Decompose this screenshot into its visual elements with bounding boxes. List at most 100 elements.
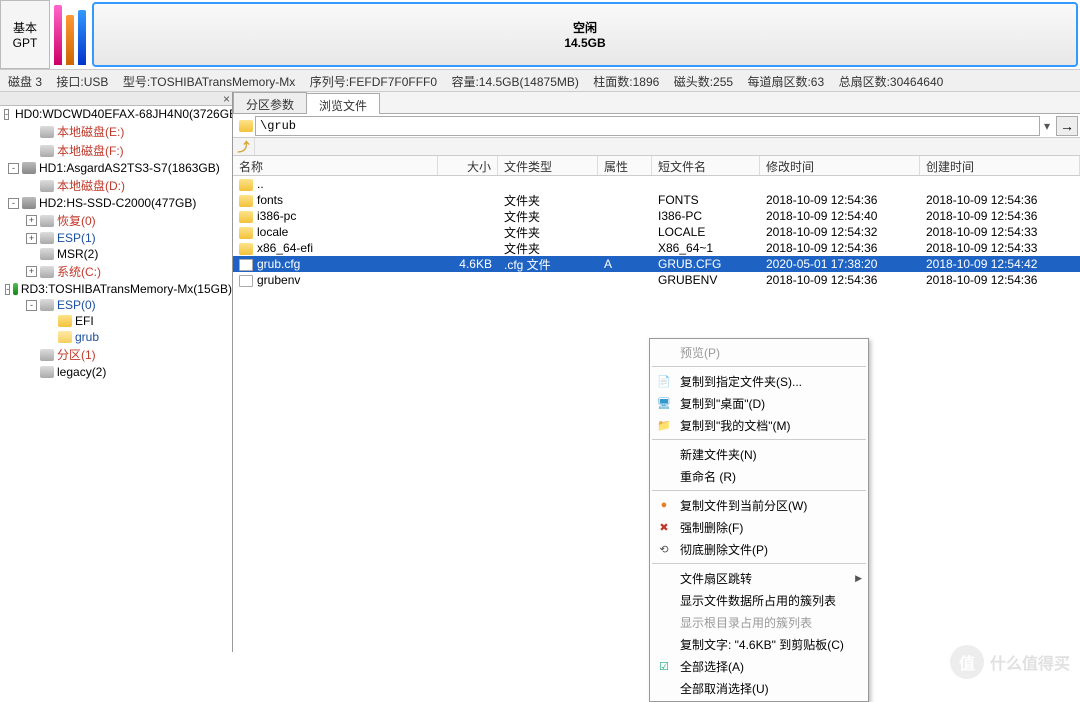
tree-node[interactable]: -HD0:WDCWD40EFAX-68JH4N0(3726GB) [0, 106, 232, 122]
partition-style-l2: GPT [13, 36, 38, 50]
bar-pink-icon [54, 5, 62, 65]
list-item[interactable]: locale文件夹LOCALE2018-10-09 12:54:322018-1… [233, 224, 1080, 240]
folder-up-icon [239, 179, 253, 191]
tree-node[interactable]: + 恢复(0) [0, 211, 232, 230]
disk-info-bar: 磁盘 3 接口:USB 型号:TOSHIBATransMemory-Mx 序列号… [0, 70, 1080, 92]
list-item[interactable]: grub.cfg4.6KB.cfg 文件AGRUB.CFG2020-05-01 … [233, 256, 1080, 272]
tree-label: 系统(C:) [57, 263, 101, 280]
tree-toggle-icon[interactable]: + [26, 215, 37, 226]
col-mod[interactable]: 修改时间 [760, 156, 920, 175]
tree-toggle-icon[interactable]: + [26, 233, 37, 244]
vol-icon [40, 180, 54, 192]
col-cre[interactable]: 创建时间 [920, 156, 1080, 175]
tree-label: ESP(0) [57, 298, 96, 312]
tree-node[interactable]: legacy(2) [0, 364, 232, 380]
tree-node[interactable]: 本地磁盘(E:) [0, 122, 232, 141]
watermark-text: 什么值得买 [990, 650, 1070, 674]
path-input[interactable] [255, 116, 1040, 136]
file-icon [239, 259, 253, 271]
file-icon [239, 275, 253, 287]
disk-tree-pane[interactable]: × -HD0:WDCWD40EFAX-68JH4N0(3726GB)本地磁盘(E… [0, 92, 233, 652]
list-item[interactable]: fonts文件夹FONTS2018-10-09 12:54:362018-10-… [233, 192, 1080, 208]
menu-item[interactable]: 文件扇区跳转▶ [650, 567, 868, 589]
col-name[interactable]: 名称 [233, 156, 438, 175]
menu-item[interactable]: 🖥复制到"桌面"(D) [650, 392, 868, 414]
tree-node[interactable]: - HD1:AsgardAS2TS3-S7(1863GB) [0, 160, 232, 176]
menu-item[interactable]: ☑全部选择(A) [650, 655, 868, 677]
partition-map[interactable]: 空闲 14.5GB [90, 0, 1080, 69]
tree-toggle-icon[interactable]: - [4, 109, 9, 120]
tree-node[interactable]: + 系统(C:) [0, 262, 232, 281]
tree-node[interactable]: 本地磁盘(F:) [0, 141, 232, 160]
menu-item[interactable]: 新建文件夹(N) [650, 443, 868, 465]
menu-label: 新建文件夹(N) [680, 446, 757, 463]
tree-node[interactable]: +ESP(1) [0, 230, 232, 246]
tree-toggle-icon[interactable]: - [5, 284, 10, 295]
fld-icon [58, 315, 72, 327]
tree-label: grub [75, 330, 99, 344]
tree-label: MSR(2) [57, 247, 98, 261]
watermark-icon: 值 [950, 645, 984, 679]
vol-icon [40, 232, 54, 244]
menu-item[interactable]: ✖强制删除(F) [650, 516, 868, 538]
tree-node[interactable]: grub [0, 329, 232, 345]
path-dropdown-icon[interactable]: ▾ [1040, 119, 1054, 133]
tree-toggle-icon[interactable]: - [26, 300, 37, 311]
menu-item[interactable]: 重命名 (R) [650, 465, 868, 487]
col-attr[interactable]: 属性 [598, 156, 652, 175]
tree-toggle-icon[interactable]: - [8, 198, 19, 209]
tree-label: HD1:AsgardAS2TS3-S7(1863GB) [39, 161, 220, 175]
menu-icon: ✖ [656, 519, 672, 535]
column-headers[interactable]: 名称 大小 文件类型 属性 短文件名 修改时间 创建时间 [233, 156, 1080, 176]
tree-node[interactable]: 本地磁盘(D:) [0, 176, 232, 195]
menu-item[interactable]: 复制文字: "4.6KB" 到剪贴板(C) [650, 633, 868, 655]
tree-node[interactable]: -HD2:HS-SSD-C2000(477GB) [0, 195, 232, 211]
list-item-up[interactable]: .. [233, 176, 1080, 192]
menu-item[interactable]: 显示文件数据所占用的簇列表 [650, 589, 868, 611]
menu-label: 重命名 (R) [680, 468, 736, 485]
partition-style-box: 基本 GPT [0, 0, 50, 69]
usage-bars [50, 0, 90, 69]
menu-item[interactable]: 全部取消选择(U) [650, 677, 868, 699]
menu-label: 复制到"桌面"(D) [680, 395, 765, 412]
vol-icon [40, 215, 54, 227]
tree-node[interactable]: -RD3:TOSHIBATransMemory-Mx(15GB) [0, 281, 232, 297]
tree-label: legacy(2) [57, 365, 106, 379]
disk-icon [22, 162, 36, 174]
col-type[interactable]: 文件类型 [498, 156, 598, 175]
tree-toggle-icon[interactable]: - [8, 163, 19, 174]
menu-label: 彻底删除文件(P) [680, 541, 768, 558]
menu-item: 预览(P) [650, 341, 868, 363]
up-folder-button[interactable]: ⤴ [233, 138, 255, 155]
tree-label: EFI [75, 314, 94, 328]
tab-bar: 分区参数 浏览文件 [233, 92, 1080, 114]
close-icon[interactable]: × [223, 92, 230, 105]
tree-label: 恢复(0) [57, 212, 96, 229]
folder-icon [239, 227, 253, 239]
updir-label: .. [257, 177, 264, 191]
col-size[interactable]: 大小 [438, 156, 498, 175]
disk-icon [22, 197, 36, 209]
menu-label: 复制文件到当前分区(W) [680, 497, 807, 514]
list-item[interactable]: i386-pc文件夹I386-PC2018-10-09 12:54:402018… [233, 208, 1080, 224]
tab-browse-files[interactable]: 浏览文件 [306, 93, 380, 114]
tree-node[interactable]: EFI [0, 313, 232, 329]
watermark: 值 什么值得买 [950, 645, 1070, 679]
menu-item[interactable]: ●复制文件到当前分区(W) [650, 494, 868, 516]
menu-item[interactable]: 📄复制到指定文件夹(S)... [650, 370, 868, 392]
menu-item[interactable]: ⟲彻底删除文件(P) [650, 538, 868, 560]
menu-icon: 📄 [656, 373, 672, 389]
tree-node[interactable]: MSR(2) [0, 246, 232, 262]
tree-toggle-icon[interactable]: + [26, 266, 37, 277]
col-short[interactable]: 短文件名 [652, 156, 760, 175]
list-item[interactable]: grubenvGRUBENV2018-10-09 12:54:362018-10… [233, 272, 1080, 288]
tab-partition-params[interactable]: 分区参数 [233, 92, 307, 113]
bar-orange-icon [66, 15, 74, 65]
folder-icon [239, 211, 253, 223]
menu-item[interactable]: 📁复制到"我的文档"(M) [650, 414, 868, 436]
go-button[interactable]: → [1056, 116, 1078, 136]
partition-size: 14.5GB [564, 36, 605, 50]
tree-node[interactable]: - ESP(0) [0, 297, 232, 313]
tree-node[interactable]: 分区(1) [0, 345, 232, 364]
list-item[interactable]: x86_64-efi文件夹X86_64~12018-10-09 12:54:36… [233, 240, 1080, 256]
